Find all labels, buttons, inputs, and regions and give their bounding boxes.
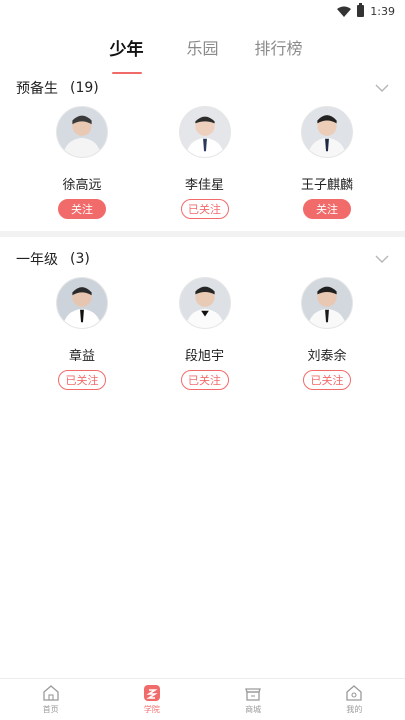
section-header[interactable]: 预备生 (19) (0, 70, 405, 106)
followed-button[interactable]: 已关注 (303, 370, 351, 390)
nav-item-academy[interactable]: 学院 (101, 679, 202, 720)
followed-button[interactable]: 已关注 (180, 199, 229, 219)
nav-label: 学院 (143, 705, 160, 714)
follow-button[interactable]: 关注 (58, 199, 106, 219)
avatar[interactable] (56, 106, 108, 158)
member-list: 徐高远 关注 李佳星 已关注 王子麒麟 关注 (0, 106, 405, 219)
tab-label: 乐园 (186, 39, 219, 58)
section-first-year: 一年级 (3) 章益 已关注 段旭宇 已关注 刘泰余 已关注 (0, 241, 405, 390)
nav-item-profile[interactable]: 我的 (304, 679, 405, 720)
section-count: (19) (70, 80, 99, 96)
section-count: (3) (70, 251, 90, 267)
section-header[interactable]: 一年级 (3) (0, 241, 405, 277)
member-card[interactable]: 刘泰余 已关注 (297, 277, 357, 390)
member-list: 章益 已关注 段旭宇 已关注 刘泰余 已关注 (0, 277, 405, 390)
wifi-icon (337, 6, 352, 17)
nav-item-shop[interactable]: 商城 (203, 679, 304, 720)
status-time: 1:39 (370, 4, 395, 18)
member-name: 段旭宇 (184, 349, 224, 364)
shop-icon (245, 688, 262, 701)
member-card[interactable]: 李佳星 已关注 (175, 106, 235, 219)
avatar[interactable] (178, 277, 231, 329)
chevron-down-icon[interactable] (375, 81, 389, 95)
avatar[interactable] (56, 277, 108, 329)
member-card[interactable]: 王子麒麟 关注 (297, 106, 357, 219)
tab-park[interactable]: 乐园 (165, 33, 241, 59)
member-card[interactable]: 章益 已关注 (52, 277, 112, 390)
section-divider (0, 231, 405, 237)
followed-button[interactable]: 已关注 (180, 370, 229, 390)
member-name: 李佳星 (184, 178, 224, 193)
member-name: 徐高远 (62, 178, 102, 193)
chevron-down-icon[interactable] (375, 252, 389, 266)
follow-button[interactable]: 关注 (303, 199, 351, 219)
tab-ranking[interactable]: 排行榜 (241, 33, 317, 59)
member-name: 刘泰余 (307, 349, 347, 364)
nav-label: 首页 (42, 705, 59, 714)
avatar[interactable] (301, 106, 353, 158)
nav-item-home[interactable]: 首页 (0, 679, 101, 720)
section-title: 一年级 (16, 252, 58, 268)
member-card[interactable]: 徐高远 关注 (52, 106, 112, 219)
tab-label: 少年 (109, 39, 144, 60)
followed-button[interactable]: 已关注 (58, 370, 106, 390)
avatar[interactable] (301, 277, 353, 329)
profile-icon (346, 685, 363, 701)
avatar[interactable] (178, 106, 231, 158)
academy-icon (143, 685, 160, 701)
battery-icon (357, 3, 365, 17)
member-card[interactable]: 段旭宇 已关注 (175, 277, 235, 390)
tab-label: 排行榜 (254, 39, 303, 58)
nav-label: 商城 (245, 705, 262, 714)
section-trainees: 预备生 (19) 徐高远 关注 李佳星 已关注 王子麒麟 关注 (0, 70, 405, 237)
tab-youth[interactable]: 少年 (89, 33, 165, 74)
status-bar: 1:39 (0, 0, 405, 22)
nav-label: 我的 (346, 705, 363, 714)
bottom-nav: 首页 学院 商城 我的 (0, 678, 405, 720)
member-name: 章益 (68, 349, 95, 364)
home-icon (42, 685, 59, 701)
section-title: 预备生 (16, 81, 58, 97)
member-name: 王子麒麟 (300, 178, 353, 193)
top-tabs: 少年 乐园 排行榜 (0, 22, 405, 74)
